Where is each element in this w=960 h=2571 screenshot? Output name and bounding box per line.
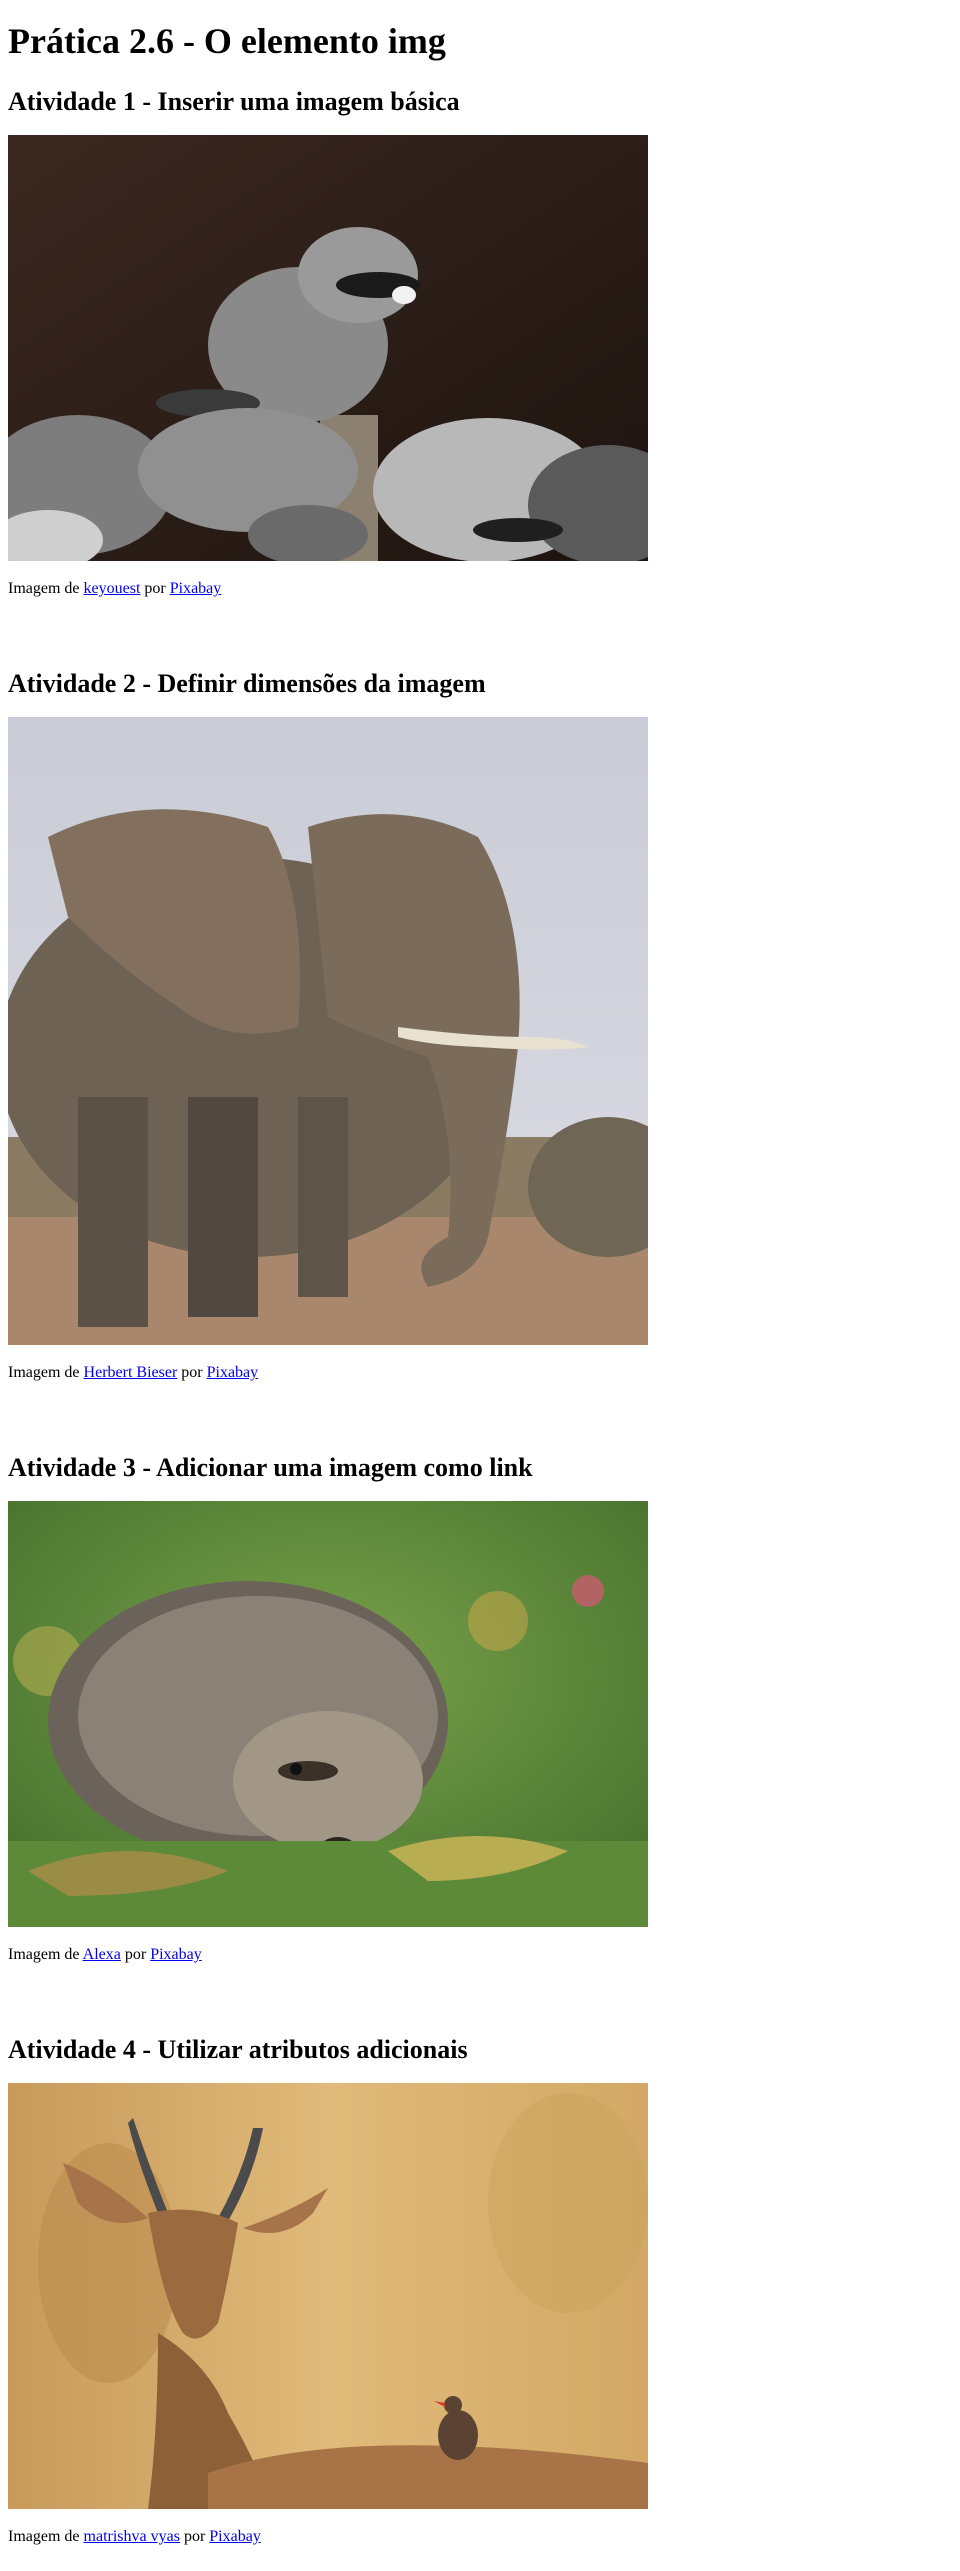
image-credit-4: Imagem de matrishva vyas por Pixabay	[8, 2528, 261, 2545]
hedgehog-image-link[interactable]	[8, 1501, 648, 1927]
image-credit-3: Imagem de Alexa por Pixabay	[8, 1946, 202, 1963]
author-link-4[interactable]: matrishva vyas	[84, 2528, 180, 2545]
raccoon-image	[8, 135, 648, 561]
section-3-heading: Atividade 3 - Adicionar uma imagem como …	[8, 1453, 533, 1482]
author-link-2[interactable]: Herbert Bieser	[84, 1364, 178, 1381]
image-credit-2: Imagem de Herbert Bieser por Pixabay	[8, 1364, 259, 1381]
pixabay-link-3[interactable]: Pixabay	[150, 1946, 202, 1963]
pixabay-link-4[interactable]: Pixabay	[209, 2528, 261, 2545]
pixabay-link-2[interactable]: Pixabay	[207, 1364, 259, 1381]
impala-image	[8, 2083, 648, 2509]
section-1-heading: Atividade 1 - Inserir uma imagem básica	[8, 87, 460, 116]
elephant-image	[8, 717, 648, 1345]
author-link-1[interactable]: keyouest	[84, 580, 141, 597]
page-title: Prática 2.6 - O elemento img	[8, 21, 446, 61]
author-link-3[interactable]: Alexa	[83, 1946, 121, 1963]
pixabay-link-1[interactable]: Pixabay	[170, 580, 222, 597]
image-credit-1: Imagem de keyouest por Pixabay	[8, 580, 222, 597]
section-4-heading: Atividade 4 - Utilizar atributos adicion…	[8, 2035, 468, 2064]
section-2-heading: Atividade 2 - Definir dimensões da image…	[8, 669, 486, 698]
